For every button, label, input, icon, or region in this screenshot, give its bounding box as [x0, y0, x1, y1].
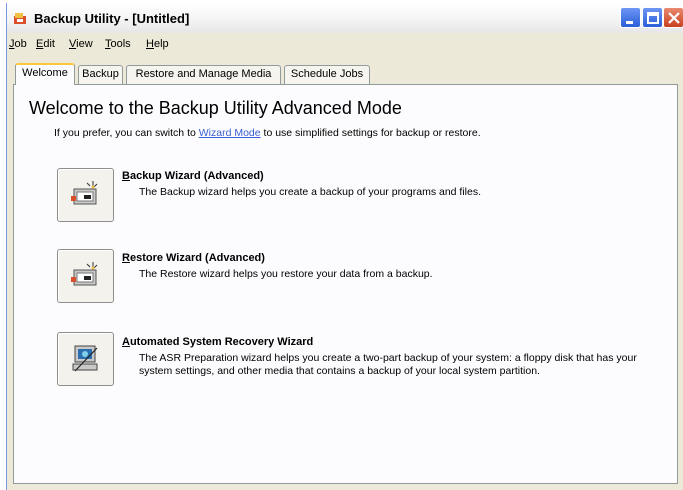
menu-bar: Job Edit View Tools Help: [7, 35, 683, 55]
page-title: Welcome to the Backup Utility Advanced M…: [29, 98, 402, 118]
menu-tools[interactable]: Tools: [105, 38, 131, 50]
close-icon: [668, 12, 680, 24]
wizard-mode-link[interactable]: Wizard Mode: [199, 127, 261, 139]
asr-wizard-title[interactable]: Automated System Recovery Wizard: [122, 336, 313, 348]
maximize-icon: [647, 12, 659, 24]
maximize-button[interactable]: [642, 7, 663, 28]
tab-schedule-jobs[interactable]: Schedule Jobs: [284, 65, 370, 84]
intro-text: If you prefer, you can switch to Wizard …: [54, 127, 481, 139]
tab-restore-manage-media[interactable]: Restore and Manage Media: [126, 65, 281, 84]
asr-wizard-icon: [72, 345, 98, 372]
backup-wizard-button[interactable]: [57, 168, 114, 222]
menu-view[interactable]: View: [69, 38, 93, 50]
backup-wizard-description: The Backup wizard helps you create a bac…: [139, 186, 482, 198]
tab-welcome[interactable]: Welcome: [15, 63, 75, 85]
asr-wizard-button[interactable]: [57, 332, 114, 386]
title-bar[interactable]: Backup Utility - [Untitled]: [7, 3, 683, 33]
tab-backup[interactable]: Backup: [78, 65, 123, 84]
asr-wizard-description: The ASR Preparation wizard helps you cre…: [139, 352, 637, 377]
minimize-button[interactable]: [620, 7, 641, 28]
backup-wizard-icon: [71, 181, 98, 205]
backup-app-icon: [14, 13, 26, 24]
menu-job[interactable]: Job: [9, 38, 27, 50]
backup-wizard-title[interactable]: Backup Wizard (Advanced): [122, 170, 264, 182]
restore-wizard-title[interactable]: Restore Wizard (Advanced): [122, 252, 265, 264]
window-title: Backup Utility - [Untitled]: [34, 11, 190, 26]
menu-help[interactable]: Help: [146, 38, 169, 50]
restore-wizard-description: The Restore wizard helps you restore you…: [139, 268, 433, 280]
close-button[interactable]: [663, 7, 683, 28]
backup-utility-window: Backup Utility - [Untitled] Job Edit Vie…: [6, 3, 683, 490]
menu-edit[interactable]: Edit: [36, 38, 55, 50]
minimize-icon: [626, 21, 633, 24]
restore-wizard-icon: [71, 262, 98, 286]
restore-wizard-button[interactable]: [57, 249, 114, 303]
